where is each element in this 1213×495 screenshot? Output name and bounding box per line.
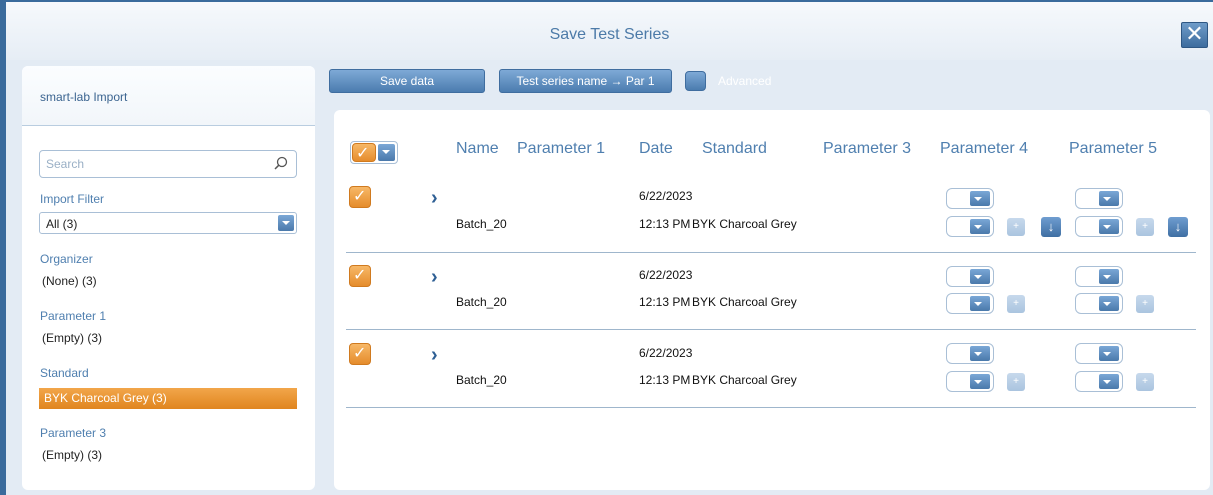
chevron-down-icon[interactable] bbox=[970, 374, 990, 389]
chevron-down-icon[interactable] bbox=[970, 296, 990, 311]
parameter3-value[interactable]: (Empty) (3) bbox=[42, 448, 102, 462]
parameter4-value-combo[interactable] bbox=[946, 371, 994, 392]
search-input[interactable] bbox=[40, 151, 260, 177]
save-test-series-dialog: Save Test Series ✕ smart-lab Import Impo… bbox=[0, 0, 1213, 495]
row-name: Batch_20 bbox=[456, 217, 507, 231]
column-header-parameter1: Parameter 1 bbox=[517, 140, 606, 157]
chevron-down-icon[interactable] bbox=[1099, 191, 1119, 206]
chevron-right-icon[interactable]: › bbox=[431, 188, 438, 208]
add-button[interactable]: + bbox=[1007, 373, 1025, 391]
row-checkbox[interactable] bbox=[349, 186, 371, 208]
filter-panel: smart-lab Import Import Filter All (3) O… bbox=[22, 66, 315, 490]
parameter4-combo[interactable] bbox=[946, 266, 994, 287]
chevron-down-icon[interactable] bbox=[1099, 374, 1119, 389]
row-checkbox[interactable] bbox=[349, 265, 371, 287]
advanced-toggle[interactable] bbox=[685, 71, 706, 91]
chevron-right-icon[interactable]: › bbox=[431, 345, 438, 365]
import-filter-label: Import Filter bbox=[40, 192, 105, 206]
arrow-down-icon[interactable]: ↓ bbox=[1168, 217, 1188, 237]
chevron-down-icon[interactable] bbox=[970, 269, 990, 284]
parameter4-value-combo[interactable] bbox=[946, 216, 994, 237]
chevron-down-icon[interactable] bbox=[1099, 346, 1119, 361]
row-date: 6/22/2023 bbox=[639, 346, 693, 360]
row-standard: BYK Charcoal Grey bbox=[692, 217, 797, 231]
chevron-down-icon[interactable] bbox=[378, 144, 395, 161]
parameter1-value[interactable]: (Empty) (3) bbox=[42, 331, 102, 345]
naming-mode-button[interactable]: Test series name → Par 1 bbox=[499, 69, 672, 93]
title-bar: Save Test Series ✕ bbox=[6, 2, 1213, 60]
parameter5-combo[interactable] bbox=[1075, 266, 1123, 287]
parameter1-label: Parameter 1 bbox=[40, 309, 107, 323]
add-button[interactable]: + bbox=[1136, 295, 1154, 313]
parameter5-value-combo[interactable] bbox=[1075, 293, 1123, 314]
row-standard: BYK Charcoal Grey bbox=[692, 295, 797, 309]
filter-panel-header: smart-lab Import bbox=[22, 66, 315, 126]
save-data-button[interactable]: Save data bbox=[329, 69, 485, 93]
chevron-down-icon[interactable] bbox=[970, 191, 990, 206]
standard-label: Standard bbox=[40, 366, 89, 380]
parameter5-value-combo[interactable] bbox=[1075, 371, 1123, 392]
column-header-date: Date bbox=[639, 140, 673, 157]
row-time: 12:13 PM bbox=[639, 295, 691, 309]
parameter5-combo[interactable] bbox=[1075, 343, 1123, 364]
chevron-down-icon[interactable] bbox=[1099, 296, 1119, 311]
column-header-parameter4: Parameter 4 bbox=[940, 140, 1029, 157]
standard-value-selected[interactable]: BYK Charcoal Grey (3) bbox=[39, 388, 297, 409]
row-standard: BYK Charcoal Grey bbox=[692, 373, 797, 387]
import-filter-value: All (3) bbox=[46, 217, 78, 231]
add-button[interactable]: + bbox=[1136, 373, 1154, 391]
chevron-right-icon[interactable]: › bbox=[431, 267, 438, 287]
import-filter-select[interactable]: All (3) bbox=[39, 212, 297, 234]
row-divider bbox=[346, 329, 1196, 330]
add-button[interactable]: + bbox=[1007, 218, 1025, 236]
select-all-checkbox[interactable] bbox=[352, 143, 376, 164]
organizer-value[interactable]: (None) (3) bbox=[42, 274, 97, 288]
column-header-standard: Standard bbox=[702, 140, 767, 157]
parameter5-combo[interactable] bbox=[1075, 188, 1123, 209]
parameter3-label: Parameter 3 bbox=[40, 426, 107, 440]
row-date: 6/22/2023 bbox=[639, 189, 693, 203]
row-time: 12:13 PM bbox=[639, 373, 691, 387]
chevron-down-icon[interactable] bbox=[970, 219, 990, 234]
column-header-parameter5: Parameter 5 bbox=[1069, 140, 1158, 157]
arrow-down-icon[interactable]: ↓ bbox=[1041, 217, 1061, 237]
add-button[interactable]: + bbox=[1136, 218, 1154, 236]
parameter4-combo[interactable] bbox=[946, 188, 994, 209]
advanced-label: Advanced bbox=[718, 74, 772, 88]
row-time: 12:13 PM bbox=[639, 217, 691, 231]
test-series-table: Name Parameter 1 Date Standard Parameter… bbox=[334, 110, 1210, 490]
add-button[interactable]: + bbox=[1007, 295, 1025, 313]
search-box[interactable] bbox=[39, 150, 297, 178]
column-header-name: Name bbox=[456, 140, 499, 157]
chevron-down-icon[interactable] bbox=[1099, 219, 1119, 234]
row-checkbox[interactable] bbox=[349, 343, 371, 365]
row-name: Batch_20 bbox=[456, 295, 507, 309]
chevron-down-icon[interactable] bbox=[278, 215, 294, 231]
parameter4-value-combo[interactable] bbox=[946, 293, 994, 314]
parameter5-value-combo[interactable] bbox=[1075, 216, 1123, 237]
search-icon[interactable] bbox=[274, 156, 288, 170]
row-date: 6/22/2023 bbox=[639, 268, 693, 282]
row-divider bbox=[346, 407, 1196, 408]
dialog-title: Save Test Series bbox=[549, 26, 670, 43]
row-divider bbox=[346, 252, 1196, 253]
parameter4-combo[interactable] bbox=[946, 343, 994, 364]
organizer-label: Organizer bbox=[40, 252, 93, 266]
chevron-down-icon[interactable] bbox=[1099, 269, 1119, 284]
close-button[interactable]: ✕ bbox=[1181, 22, 1208, 48]
chevron-down-icon[interactable] bbox=[970, 346, 990, 361]
row-name: Batch_20 bbox=[456, 373, 507, 387]
panel-heading: smart-lab Import bbox=[40, 90, 128, 104]
select-all-combo[interactable] bbox=[350, 141, 398, 164]
column-header-parameter3: Parameter 3 bbox=[823, 140, 912, 157]
